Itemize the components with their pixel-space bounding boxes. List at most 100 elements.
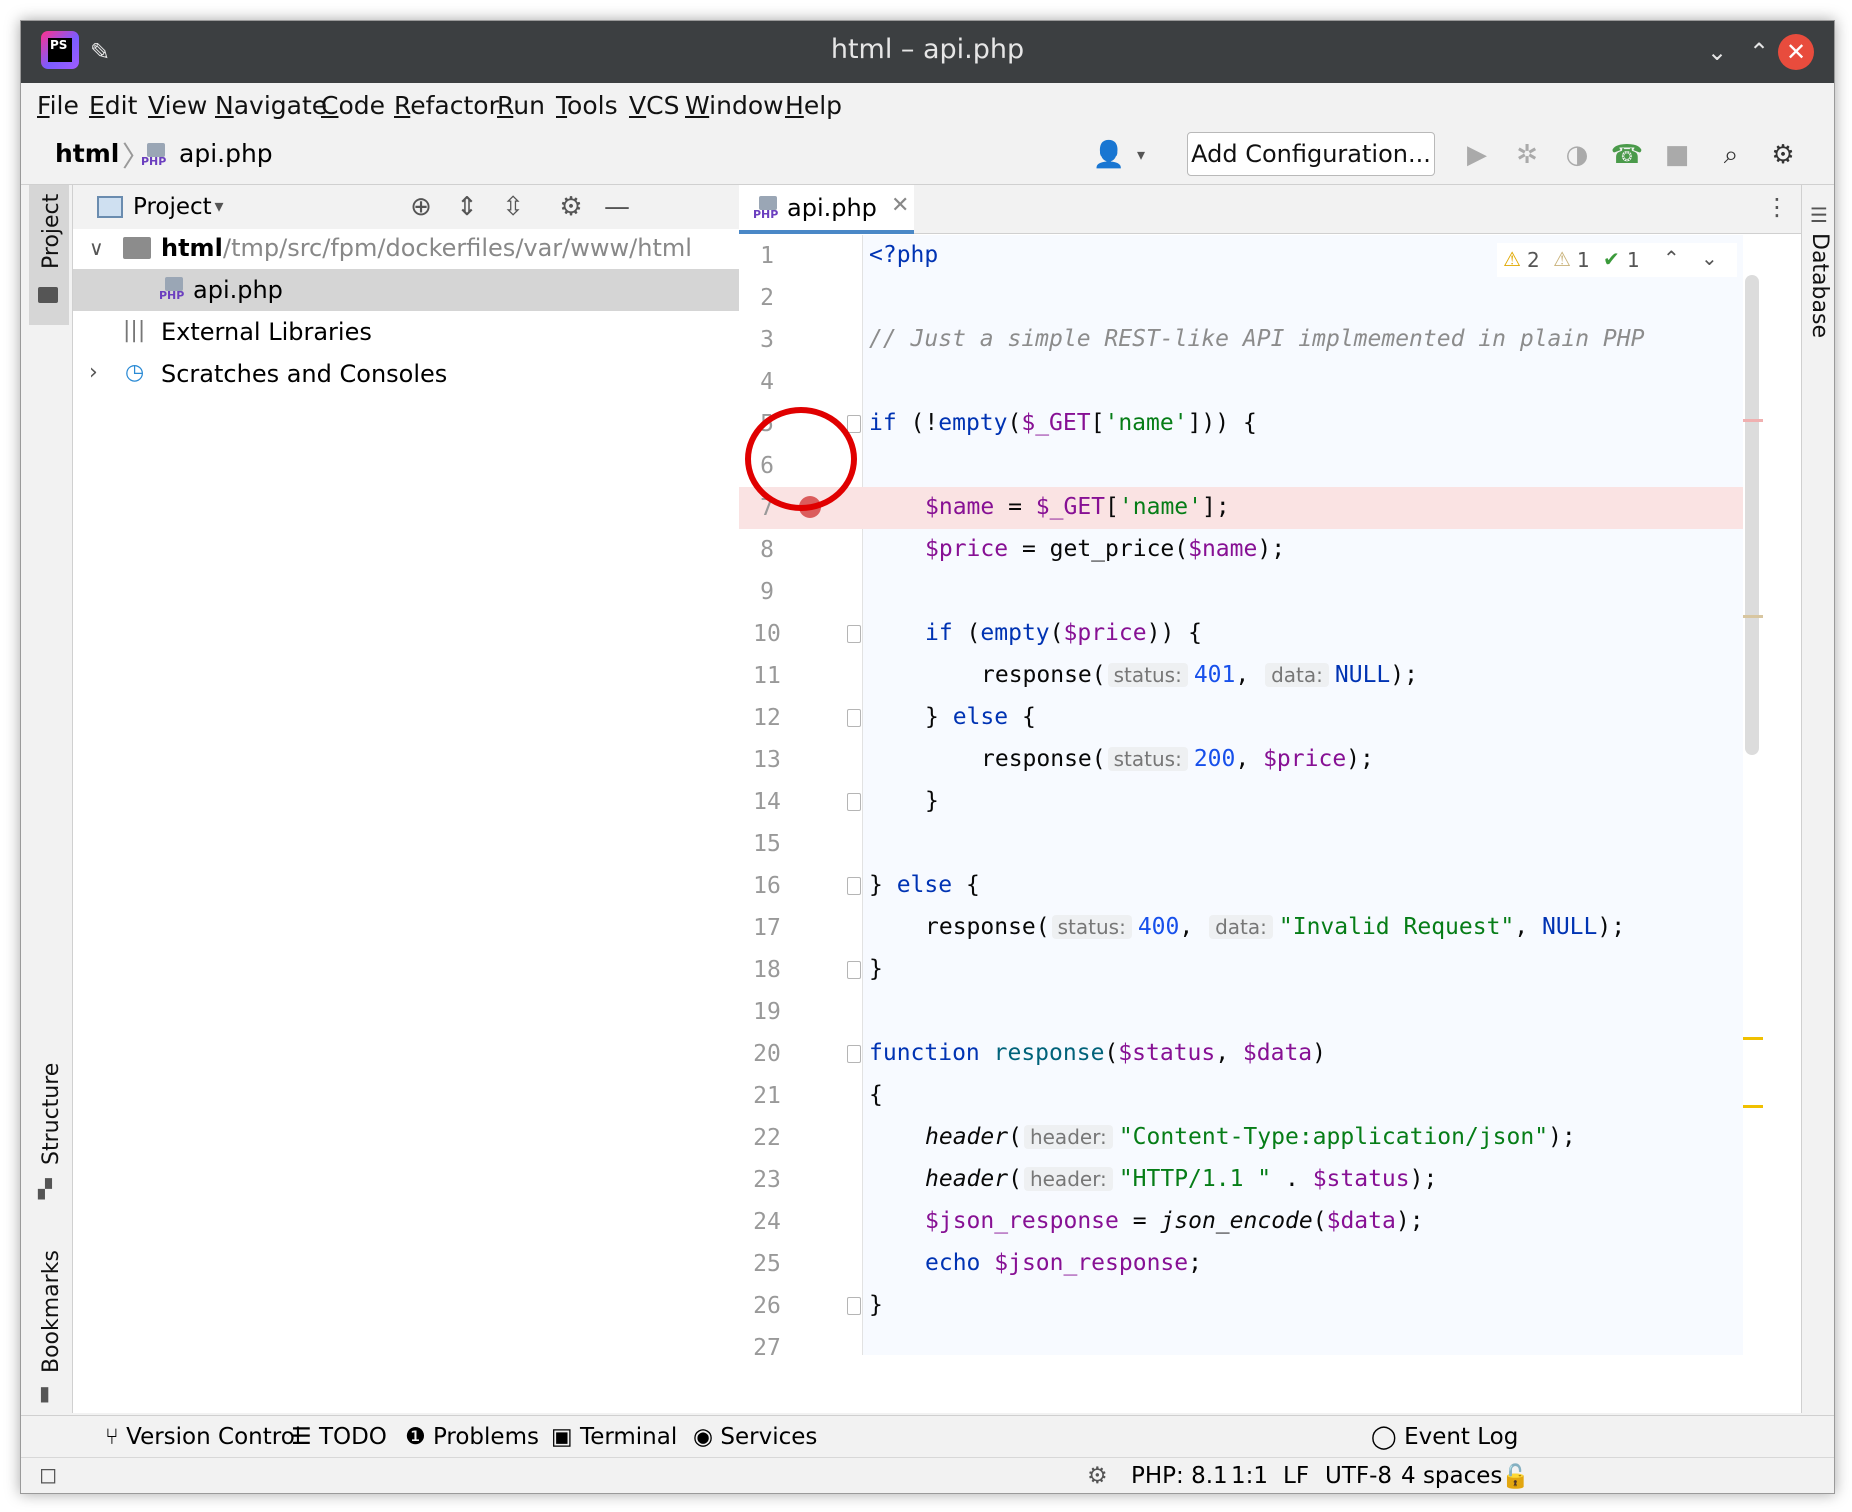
- php-version[interactable]: PHP: 8.1: [1131, 1463, 1228, 1489]
- locate-file-icon[interactable]: ⊕: [403, 189, 439, 225]
- code-line: 21{: [753, 1082, 883, 1109]
- hide-panel-icon[interactable]: —: [599, 189, 635, 225]
- minimize-icon[interactable]: ⌄: [1698, 33, 1736, 71]
- lock-icon[interactable]: 🔓: [1501, 1463, 1530, 1490]
- expand-all-icon[interactable]: ⇕: [449, 189, 485, 225]
- file-encoding[interactable]: UTF-8: [1325, 1463, 1392, 1489]
- more-options-icon[interactable]: ⋮: [1765, 193, 1789, 221]
- code-line: 27: [753, 1335, 781, 1355]
- breadcrumb-file[interactable]: api.php: [179, 139, 273, 168]
- code-line: 15: [753, 831, 781, 857]
- menu-run[interactable]: Run: [497, 91, 545, 120]
- ok-count: 1: [1627, 248, 1640, 272]
- menu-code[interactable]: Code: [321, 91, 385, 120]
- warning-stripe-mark[interactable]: [1743, 1105, 1763, 1108]
- menu-help[interactable]: Help: [785, 91, 842, 120]
- left-tool-strip: Project Structure ▞ Bookmarks ▮: [21, 185, 73, 1413]
- menu-tools[interactable]: Tools: [556, 91, 618, 120]
- tree-item-api-php[interactable]: PHP api.php: [73, 269, 757, 311]
- fold-marker-icon[interactable]: [847, 709, 861, 727]
- fold-marker-icon[interactable]: [847, 877, 861, 895]
- indent-setting[interactable]: 4 spaces: [1401, 1463, 1502, 1489]
- close-window-button[interactable]: ✕: [1778, 34, 1814, 70]
- tool-window-bar: ⑂ Version Control ☰ TODO ❶ Problems ▣ Te…: [21, 1415, 1834, 1457]
- listen-debug-icon[interactable]: ☎: [1607, 135, 1647, 175]
- menu-edit[interactable]: Edit: [89, 91, 137, 120]
- bookmark-icon: ▮: [39, 1381, 51, 1405]
- menu-refactor[interactable]: Refactor: [394, 91, 499, 120]
- navigation-bar: html 〉 PHP api.php 👤 ▾ Add Configuration…: [21, 129, 1834, 185]
- chevron-down-icon[interactable]: ▾: [1121, 135, 1161, 175]
- chevron-right-icon[interactable]: ›: [89, 360, 98, 385]
- chevron-down-icon[interactable]: ∨: [89, 236, 104, 260]
- services-tab[interactable]: ◉ Services: [693, 1424, 817, 1450]
- menu-window[interactable]: Window: [685, 91, 784, 120]
- project-view-selector[interactable]: Project: [133, 194, 212, 220]
- line-separator[interactable]: LF: [1283, 1463, 1309, 1489]
- error-stripe-mark[interactable]: [1743, 419, 1763, 422]
- project-tab-label[interactable]: Project: [39, 194, 64, 269]
- add-configuration-button[interactable]: Add Configuration...: [1187, 132, 1435, 176]
- todo-tab[interactable]: ☰ TODO: [291, 1424, 387, 1450]
- code-line: 2: [760, 285, 774, 311]
- php-file-icon: PHP: [141, 143, 171, 169]
- close-tab-icon[interactable]: ✕: [891, 193, 909, 218]
- panel-settings-gear-icon[interactable]: ⚙: [553, 189, 589, 225]
- run-icon[interactable]: ▶: [1457, 135, 1497, 175]
- param-hint: status:: [1051, 915, 1132, 939]
- php-interpreter-icon: ⚙: [1087, 1463, 1108, 1489]
- panel-toggle-icon[interactable]: ◻: [39, 1463, 57, 1488]
- database-tab[interactable]: Database: [1807, 233, 1832, 338]
- cursor-position[interactable]: 1:1: [1231, 1463, 1268, 1489]
- version-control-tab[interactable]: ⑂ Version Control: [105, 1424, 301, 1450]
- right-tool-strip: ☰ Database: [1801, 185, 1834, 1413]
- menu-vcs[interactable]: VCS: [629, 91, 679, 120]
- menu-view[interactable]: View: [148, 91, 207, 120]
- problems-tab[interactable]: ❶ Problems: [405, 1424, 539, 1450]
- editor: PHP api.php ✕ ⋮ 1 <?php 2 3// Just a simp…: [739, 185, 1801, 1413]
- warning-stripe-mark[interactable]: [1743, 1037, 1763, 1040]
- fold-marker-icon[interactable]: [847, 1297, 861, 1315]
- menu-navigate[interactable]: Navigate: [215, 91, 327, 120]
- terminal-tab[interactable]: ▣ Terminal: [551, 1424, 677, 1450]
- param-hint: header:: [1023, 1125, 1113, 1149]
- tree-item-html[interactable]: ∨ html /tmp/src/fpm/dockerfiles/var/www/…: [73, 227, 757, 269]
- previous-highlight-icon[interactable]: ⌃: [1663, 246, 1680, 270]
- code-line: 5 if (!empty($_GET['name'])) {: [760, 410, 1257, 437]
- chevron-down-icon[interactable]: ▾: [201, 189, 237, 225]
- structure-tab[interactable]: Structure: [39, 1063, 64, 1165]
- editor-tab-api-php[interactable]: PHP api.php ✕: [739, 185, 914, 234]
- tree-item-external-libraries[interactable]: ||| External Libraries: [73, 311, 757, 353]
- breadcrumb-project[interactable]: html: [55, 139, 119, 168]
- maximize-icon[interactable]: ⌃: [1740, 33, 1778, 71]
- title-bar: PS ✎ html – api.php ⌄ ⌃ ✕: [21, 21, 1834, 83]
- event-log-tab[interactable]: ◯ Event Log: [1371, 1424, 1518, 1450]
- coverage-icon[interactable]: ◑: [1557, 135, 1597, 175]
- code-line: 13 response(status: 200, $price);: [753, 746, 1374, 773]
- warning-stripe-mark[interactable]: [1743, 615, 1763, 618]
- next-highlight-icon[interactable]: ⌄: [1701, 246, 1718, 270]
- fold-marker-icon[interactable]: [847, 625, 861, 643]
- stop-icon[interactable]: ■: [1657, 135, 1697, 175]
- editor-scrollbar[interactable]: [1743, 235, 1763, 1355]
- code-line: 25 echo $json_response;: [753, 1250, 1202, 1277]
- code-line: 10 if (empty($price)) {: [753, 620, 1202, 647]
- menu-file[interactable]: File: [37, 91, 79, 120]
- fold-marker-icon[interactable]: [847, 961, 861, 979]
- settings-gear-icon[interactable]: ⚙: [1763, 135, 1803, 175]
- tree-path: /tmp/src/fpm/dockerfiles/var/www/html: [223, 234, 692, 262]
- fold-marker-icon[interactable]: [847, 793, 861, 811]
- tree-item-scratches[interactable]: › ◷ Scratches and Consoles: [73, 353, 757, 395]
- bookmarks-tab[interactable]: Bookmarks: [39, 1250, 64, 1373]
- search-icon[interactable]: ⌕: [1711, 135, 1751, 175]
- scrollbar-thumb[interactable]: [1745, 275, 1759, 755]
- weak-warning-icon: ⚠: [1553, 247, 1571, 271]
- project-panel-header: Project ▾ ⊕ ⇕ ⇳ ⚙ —: [73, 185, 757, 229]
- fold-marker-icon[interactable]: [847, 415, 861, 433]
- inspection-widget[interactable]: ⚠ 2 ⚠ 1 ✔ 1 ⌃ ⌄: [1497, 243, 1737, 277]
- fold-marker-icon[interactable]: [847, 1045, 861, 1063]
- debug-icon[interactable]: ✲: [1507, 135, 1547, 175]
- code-line: 26}: [753, 1292, 883, 1319]
- php-file-icon: PHP: [753, 196, 783, 222]
- collapse-all-icon[interactable]: ⇳: [495, 189, 531, 225]
